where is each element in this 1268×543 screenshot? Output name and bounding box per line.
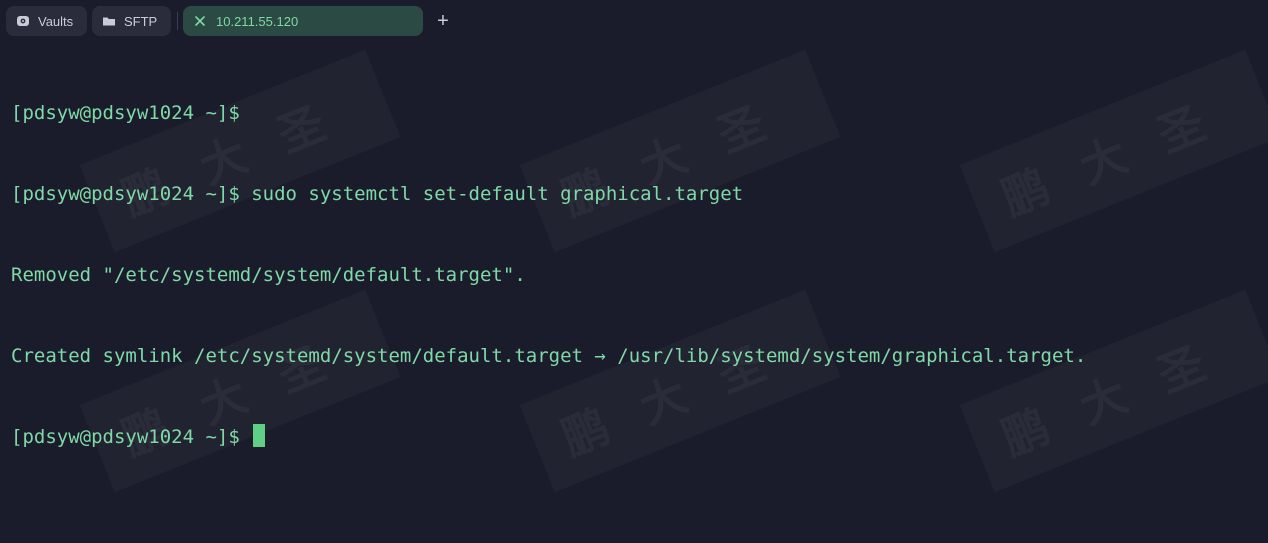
terminal-prompt: [pdsyw@pdsyw1024 ~]$ xyxy=(11,426,252,448)
tab-bar: Vaults SFTP 10.211.55.120 + xyxy=(0,0,1268,42)
terminal-line: [pdsyw@pdsyw1024 ~]$ xyxy=(11,102,240,124)
terminal-line: Created symlink /etc/systemd/system/defa… xyxy=(11,345,1087,367)
tab-vaults[interactable]: Vaults xyxy=(6,6,87,36)
close-icon[interactable] xyxy=(193,14,207,28)
tab-divider xyxy=(177,12,178,30)
vault-icon xyxy=(16,14,30,28)
tab-vaults-label: Vaults xyxy=(38,13,74,29)
folder-icon xyxy=(102,14,116,28)
terminal-area[interactable]: 鹏大圣 鹏大圣 鹏大圣 鹏大圣 鹏大圣 鹏大圣 [pdsyw@pdsyw1024… xyxy=(0,42,1268,543)
tab-sftp-label: SFTP xyxy=(124,13,158,29)
terminal-cursor xyxy=(253,424,266,447)
terminal-prompt-line[interactable]: [pdsyw@pdsyw1024 ~]$ xyxy=(11,424,1086,451)
terminal-line: [pdsyw@pdsyw1024 ~]$ sudo systemctl set-… xyxy=(11,183,744,205)
terminal-line: Removed "/etc/systemd/system/default.tar… xyxy=(11,264,526,286)
terminal-output: [pdsyw@pdsyw1024 ~]$ [pdsyw@pdsyw1024 ~]… xyxy=(11,46,1086,505)
new-tab-button[interactable]: + xyxy=(433,8,453,34)
tab-host-session[interactable]: 10.211.55.120 xyxy=(183,6,423,36)
tab-host-label: 10.211.55.120 xyxy=(216,13,299,29)
tab-sftp[interactable]: SFTP xyxy=(92,6,171,36)
